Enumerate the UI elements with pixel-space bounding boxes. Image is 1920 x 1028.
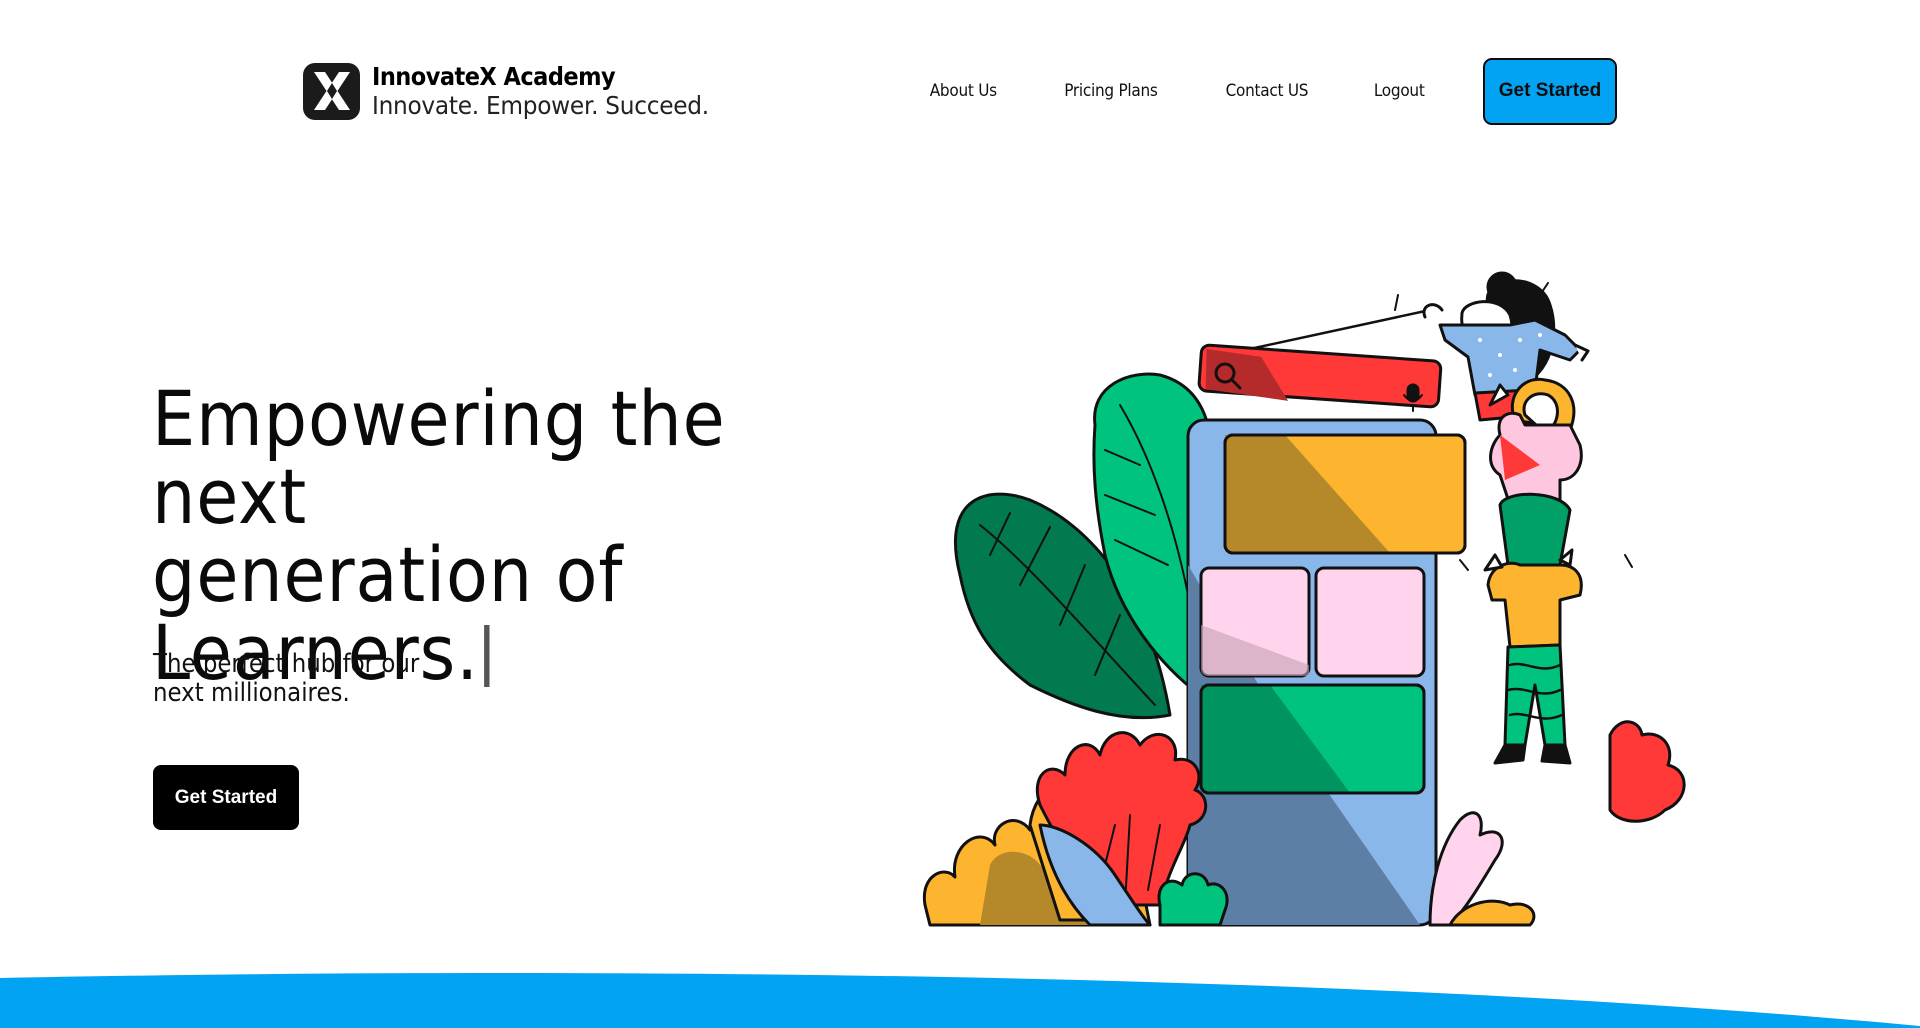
header-get-started-button[interactable]: Get Started [1483,57,1617,125]
phone-body [1186,418,1467,927]
brand-text: InnovateX Academy Innovate. Empower. Suc… [372,64,734,118]
typing-caret [484,625,490,687]
landing-page: InnovateX Academy Innovate. Empower. Suc… [0,0,1920,1028]
search-bar-graphic [1197,308,1443,412]
brand-tagline: Innovate. Empower. Succeed. [372,91,709,120]
brand[interactable]: InnovateX Academy Innovate. Empower. Suc… [303,62,734,120]
person-middle [1488,377,1583,507]
person-bottom [1483,492,1583,765]
hero-subtitle-line-1: The perfect hub for our [153,649,420,679]
nav-logout[interactable]: Logout [1373,81,1424,101]
hero-subtitle: The perfect hub for our next millionaire… [153,650,435,708]
x-logo-icon [303,62,360,120]
microphone-icon [1406,383,1420,403]
site-header: InnovateX Academy Innovate. Empower. Suc… [303,57,1617,125]
nav-pricing-plans[interactable]: Pricing Plans [1064,81,1158,101]
hero-illustration [922,271,1686,927]
bottom-wave [0,972,1920,1028]
hero-subtitle-line-2: next millionaires. [153,678,350,708]
hero-title-line-2: generation of [152,530,624,619]
nav-contact-us[interactable]: Contact US [1225,81,1308,101]
main-nav: About Us Pricing Plans Contact US Logout… [926,57,1617,125]
hero-title: Empowering the next generation of Learne… [152,380,800,692]
hero-get-started-button[interactable]: Get Started [153,765,299,830]
brand-name: InnovateX Academy [372,62,616,91]
hero-title-line-1: Empowering the next [152,374,726,541]
nav-about-us[interactable]: About Us [930,81,997,101]
